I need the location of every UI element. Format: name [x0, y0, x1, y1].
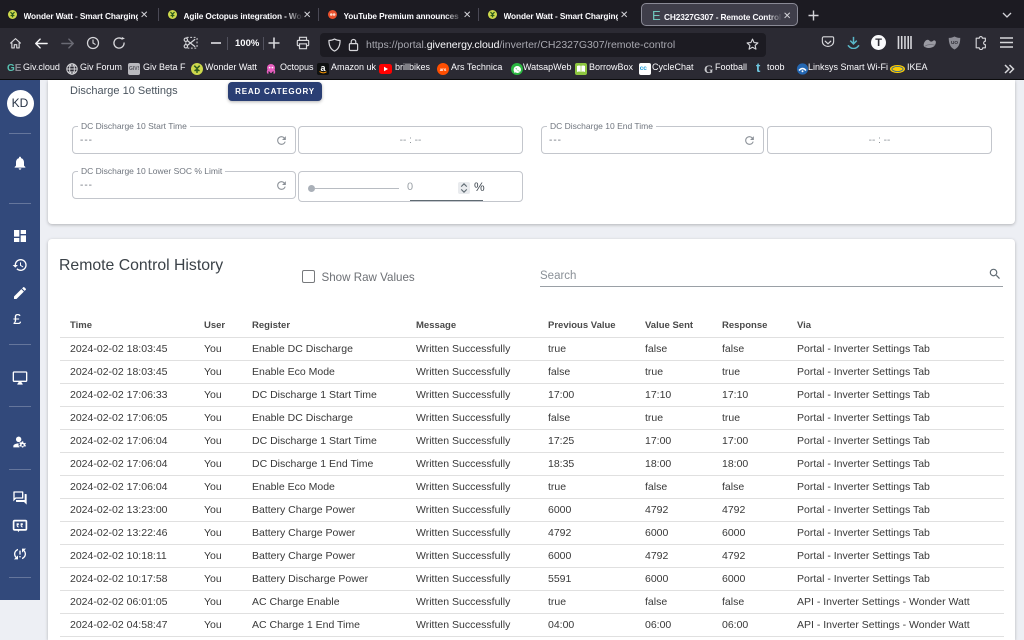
svg-text:UO: UO [951, 40, 958, 45]
svg-text:ars: ars [440, 67, 447, 72]
